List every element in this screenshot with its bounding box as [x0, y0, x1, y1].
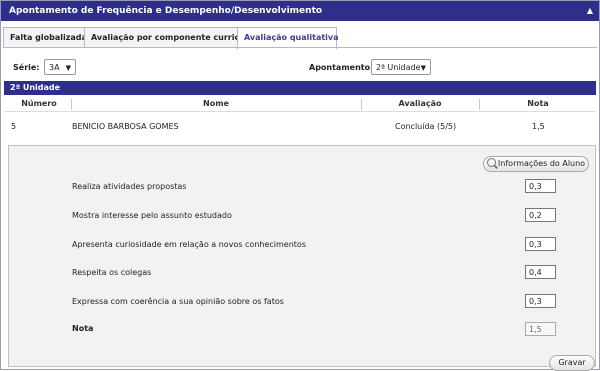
collapse-icon[interactable]: ▲: [587, 1, 593, 21]
tab-falta-globalizada[interactable]: Falta globalizada: [3, 27, 87, 48]
total-value-field: 1,5: [525, 322, 556, 336]
magnifier-icon: [486, 158, 496, 167]
criterion-score-input[interactable]: 0,3: [525, 294, 556, 308]
criterion-score-input[interactable]: 0,2: [525, 208, 556, 222]
column-header-nome: Nome: [203, 99, 229, 108]
column-header-avaliacao: Avaliação: [398, 99, 442, 108]
column-header-numero: Número: [21, 99, 57, 108]
unit-header-label: 2ª Unidade: [10, 83, 61, 92]
window-title: Apontamento de Frequência e Desempenho/D…: [9, 6, 323, 16]
column-header-nota: Nota: [527, 99, 549, 108]
apontamento-value: 2ª Unidade: [376, 63, 421, 72]
criterion-label: Realiza atividades propostas: [72, 182, 187, 191]
row-nome: BENICIO BARBOSA GOMES: [72, 122, 179, 131]
student-info-button[interactable]: Informações do Aluno: [483, 156, 589, 172]
criterion-label: Mostra interesse pelo assunto estudado: [72, 211, 232, 220]
header-divider: [4, 111, 596, 112]
main-window: Apontamento de Frequência e Desempenho/D…: [0, 0, 600, 371]
serie-value: 3A: [49, 63, 60, 72]
criterion-label: Expressa com coerência a sua opinião sob…: [72, 297, 284, 306]
serie-label: Série:: [13, 63, 40, 72]
criterion-label: Respeita os colegas: [72, 268, 152, 277]
row-numero: 5: [11, 122, 17, 131]
row-avaliacao: Concluída (5/5): [395, 122, 457, 131]
chevron-down-icon: ▼: [65, 64, 71, 72]
criterion-score-input[interactable]: 0,3: [525, 179, 556, 193]
student-info-label: Informações do Aluno: [497, 159, 586, 168]
window-titlebar: Apontamento de Frequência e Desempenho/D…: [1, 1, 599, 21]
tab-divider: [3, 47, 597, 48]
unit-header: 2ª Unidade: [4, 81, 596, 95]
tab-avaliacao-componente[interactable]: Avaliação por componente curricular: [84, 27, 257, 48]
apontamento-select[interactable]: 2ª Unidade ▼: [371, 59, 431, 75]
total-label: Nota: [72, 324, 94, 333]
serie-select[interactable]: 3A ▼: [44, 59, 76, 75]
save-button[interactable]: Gravar: [549, 355, 595, 371]
apontamento-label: Apontamento:: [309, 63, 374, 72]
criterion-score-input[interactable]: 0,4: [525, 265, 556, 279]
evaluation-panel: Informações do Aluno Realiza atividades …: [8, 145, 596, 367]
row-nota: 1,5: [532, 122, 545, 131]
tab-avaliacao-qualitativa[interactable]: Avaliação qualitativa: [237, 27, 339, 49]
criterion-label: Apresenta curiosidade em relação a novos…: [72, 240, 306, 249]
chevron-down-icon: ▼: [420, 64, 426, 72]
criterion-score-input[interactable]: 0,3: [525, 237, 556, 251]
